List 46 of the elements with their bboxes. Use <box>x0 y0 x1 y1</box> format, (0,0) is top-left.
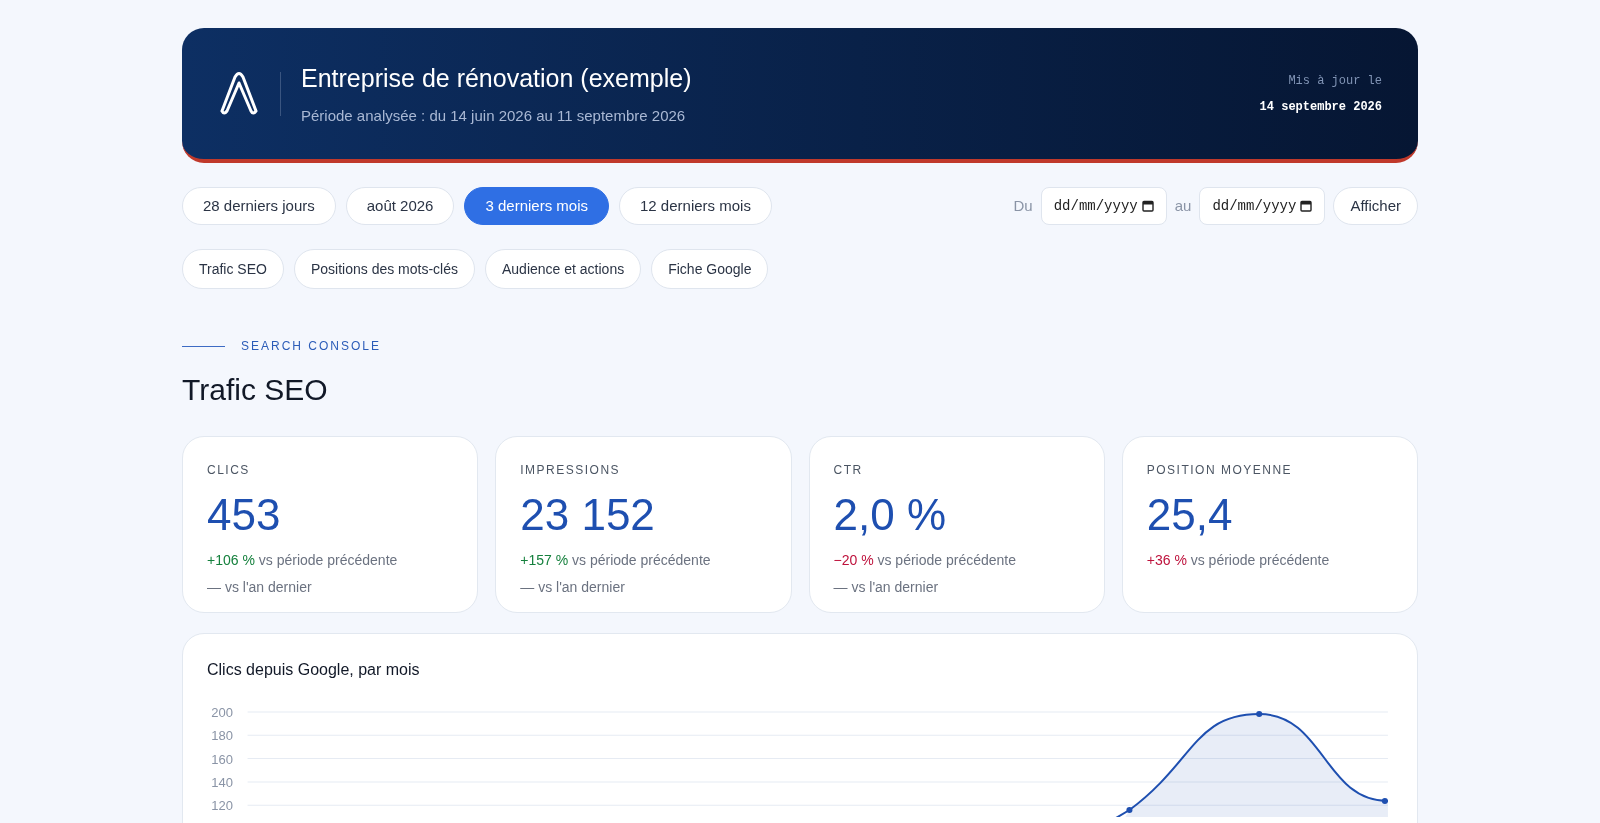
kpi-label: POSITION MOYENNE <box>1146 462 1294 479</box>
y-axis-label: 160 <box>210 752 233 766</box>
period-tab[interactable]: 28 derniers jours <box>182 187 336 225</box>
period-tab[interactable]: 3 derniers mois <box>464 187 609 225</box>
y-axis-label: 120 <box>210 799 233 813</box>
updated-label: Mis à jour le <box>1287 72 1382 90</box>
section-title: Trafic SEO <box>182 372 329 408</box>
logo-icon <box>218 70 260 117</box>
kpi-delta-text: +157 % vs période précédente <box>520 551 712 570</box>
company-title: Entreprise de rénovation (exemple) <box>301 62 693 94</box>
section-eyebrow: SEARCH CONSOLE <box>241 338 382 355</box>
updated-date: 14 septembre 2026 <box>1259 98 1382 116</box>
kpi-value: 23 152 <box>520 489 656 541</box>
kpi-value: 453 <box>207 489 282 541</box>
kpi-label: IMPRESSIONS <box>520 462 622 479</box>
kpi-label: CTR <box>833 462 864 479</box>
data-point <box>1126 807 1133 813</box>
y-axis-label: 180 <box>210 729 233 743</box>
kpi-delta-text: −20 % vs période précédente <box>833 551 1018 570</box>
kpi-yoy-text: — vs l'an dernier <box>520 578 626 597</box>
data-point <box>1256 711 1263 717</box>
kpi-value: 2,0 % <box>833 489 947 541</box>
show-button[interactable]: Afficher <box>1333 187 1418 225</box>
section-link[interactable]: Trafic SEO <box>182 249 284 289</box>
section-link[interactable]: Positions des mots-clés <box>293 249 475 289</box>
kpi-yoy-text: — vs l'an dernier <box>207 578 313 597</box>
kpi-yoy-text: — vs l'an dernier <box>833 578 940 597</box>
period-subtitle: Période analysée : du 14 juin 2026 au 11 septembre 2026 <box>301 106 687 126</box>
period-tab[interactable]: août 2026 <box>345 187 455 225</box>
kpi-delta-text: +36 % vs période précédente <box>1146 551 1331 570</box>
kpi-delta-text: +106 % vs période précédente <box>207 551 399 570</box>
data-point <box>1381 798 1388 804</box>
y-axis-label: 200 <box>210 706 233 719</box>
kpi-label: CLICS <box>207 462 251 479</box>
to-date-field[interactable]: dd/mm/yyyy <box>1199 187 1326 225</box>
chart-title: Clics depuis Google, par mois <box>207 660 421 680</box>
section-link[interactable]: Audience et actions <box>485 249 642 289</box>
y-axis-label: 140 <box>210 775 233 789</box>
calendar-icon <box>1141 200 1154 212</box>
calendar-icon <box>1300 200 1313 212</box>
section-link[interactable]: Fiche Google <box>651 249 769 289</box>
period-tab[interactable]: 12 derniers mois <box>619 187 772 225</box>
kpi-value: 25,4 <box>1146 489 1234 541</box>
from-date-field[interactable]: dd/mm/yyyy <box>1040 187 1167 225</box>
from-label: Du <box>1013 195 1033 216</box>
to-label: au <box>1174 195 1192 216</box>
